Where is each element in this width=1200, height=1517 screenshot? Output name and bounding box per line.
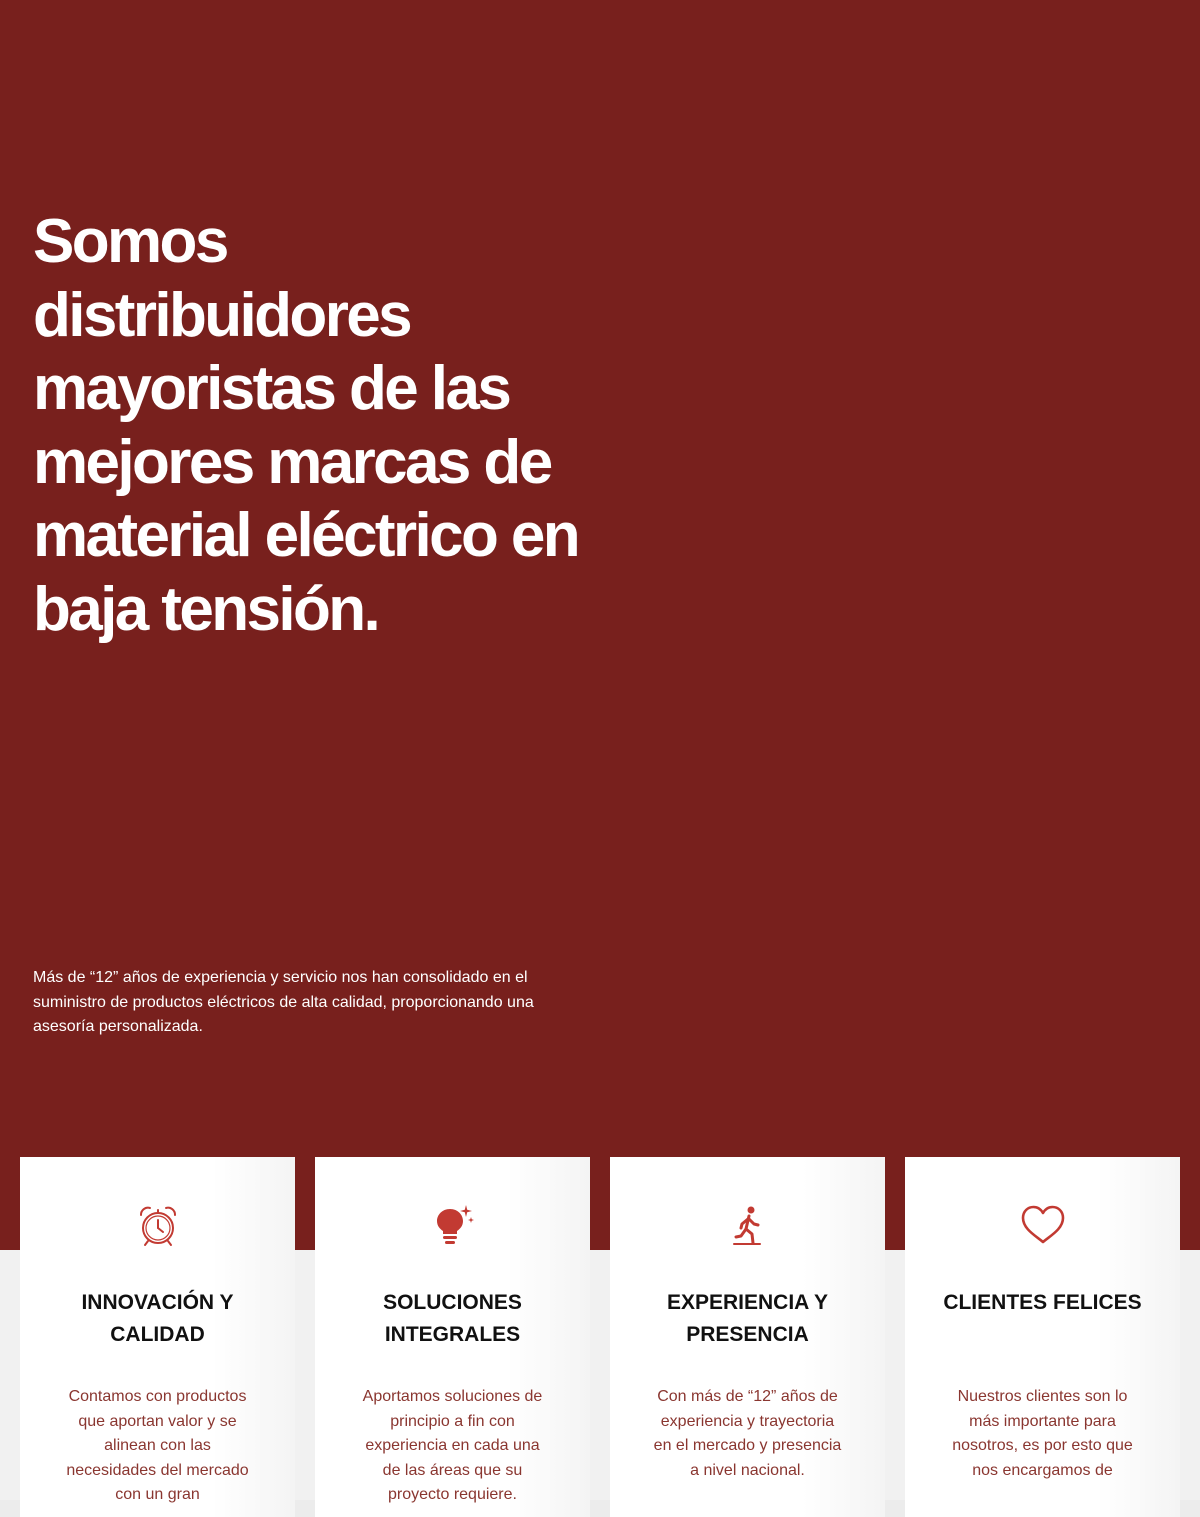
feature-text: Con más de “12” años de experiencia y tr… [653,1388,842,1479]
heart-icon [905,1203,1180,1249]
feature-card-innovation: INNOVACIÓN Y CALIDAD Contamos con produc… [20,1157,295,1517]
features-section: INNOVACIÓN Y CALIDAD Contamos con produc… [20,1157,1180,1517]
feature-text: Contamos con productos que aportan valor… [66,1388,249,1503]
feature-title: INNOVACIÓN Y CALIDAD [81,1291,234,1346]
walking-person-icon [610,1203,885,1249]
feature-card-experience: EXPERIENCIA Y PRESENCIA Con más de “12” … [610,1157,885,1517]
feature-title: CLIENTES FELICES [943,1291,1142,1314]
feature-title: EXPERIENCIA Y PRESENCIA [666,1291,829,1346]
feature-card-clients: CLIENTES FELICES Nuestros clientes son l… [905,1157,1180,1517]
lightbulb-icon [315,1203,590,1249]
hero-section: Somos distribuidores mayoristas de las m… [0,0,1200,1250]
feature-text: Aportamos soluciones de principio a fin … [362,1388,543,1503]
hero-title: Somos distribuidores mayoristas de las m… [33,207,581,644]
feature-title: SOLUCIONES INTEGRALES [383,1291,522,1346]
hero-description: Más de “12” años de experiencia y servic… [33,969,534,1035]
feature-card-solutions: SOLUCIONES INTEGRALES Aportamos solucion… [315,1157,590,1517]
alarm-clock-icon [20,1203,295,1249]
feature-text: Nuestros clientes son lo más importante … [952,1388,1133,1479]
